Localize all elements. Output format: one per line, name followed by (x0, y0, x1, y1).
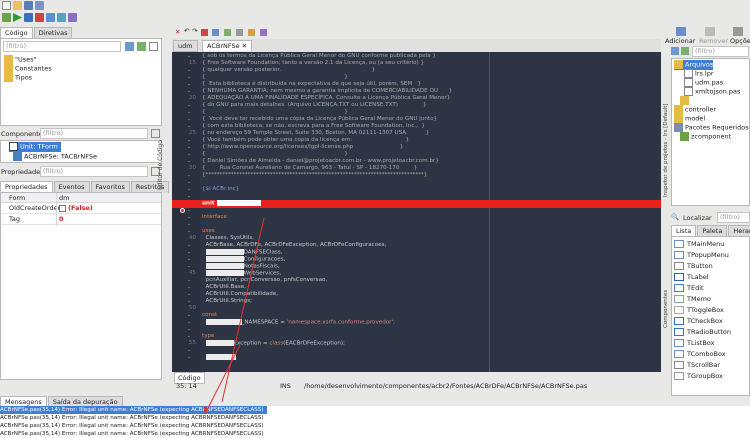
annotation-arrows (203, 217, 265, 415)
